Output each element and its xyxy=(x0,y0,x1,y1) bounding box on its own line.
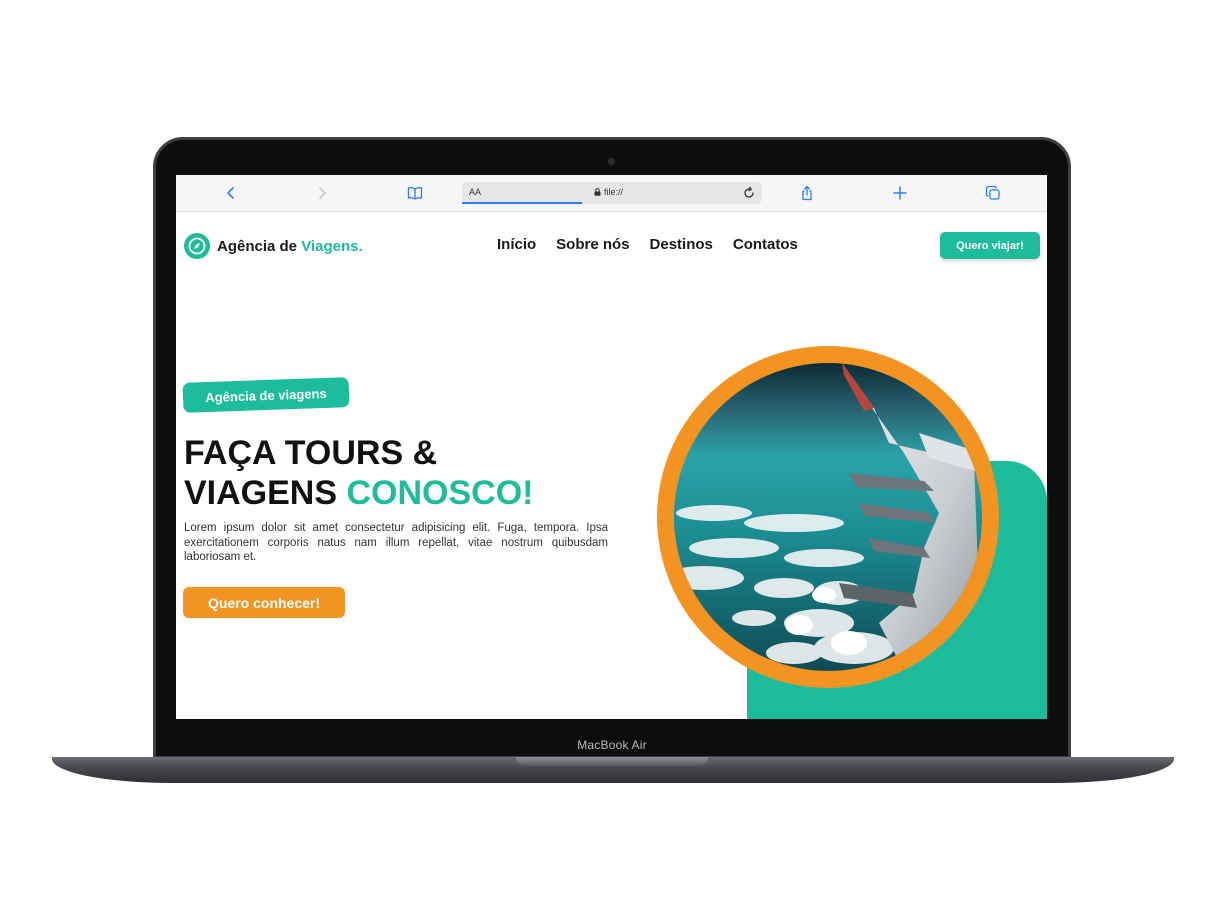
quero-viajar-button[interactable]: Quero viajar! xyxy=(940,232,1040,259)
nav-link-inicio[interactable]: Início xyxy=(497,236,536,253)
headline-accent: CONOSCO! xyxy=(346,474,534,512)
share-icon[interactable] xyxy=(797,183,817,203)
screen: AA file:// Agência de Viagens. Início So… xyxy=(176,175,1047,719)
url-text: file:// xyxy=(604,187,624,197)
logo-accent: Viagens. xyxy=(301,237,363,255)
site-logo[interactable]: Agência de Viagens. xyxy=(184,233,363,259)
bookmarks-icon[interactable] xyxy=(405,183,425,203)
laptop-notch xyxy=(516,757,708,766)
forward-icon[interactable] xyxy=(312,183,332,203)
main-nav: Início Sobre nós Destinos Contatos xyxy=(497,236,798,253)
compass-icon xyxy=(184,233,210,259)
nav-link-sobre-nos[interactable]: Sobre nós xyxy=(556,236,629,253)
hero-photo-frame xyxy=(657,346,999,688)
hero-headline: FAÇA TOURS & VIAGENS CONOSCO! xyxy=(184,434,534,512)
device-label: MacBook Air xyxy=(577,738,647,752)
hero-badge: Agência de viagens xyxy=(182,377,350,413)
browser-toolbar: AA file:// xyxy=(176,175,1047,212)
address-bar[interactable]: AA file:// xyxy=(462,182,762,204)
url-display: file:// xyxy=(594,187,623,197)
logo-text: Agência de Viagens. xyxy=(217,237,363,255)
load-progress xyxy=(462,202,582,204)
quero-conhecer-button[interactable]: Quero conhecer! xyxy=(183,587,345,618)
reload-icon[interactable] xyxy=(742,186,756,200)
reader-button[interactable]: AA xyxy=(469,187,481,197)
nav-link-destinos[interactable]: Destinos xyxy=(650,236,713,253)
camera xyxy=(608,158,615,165)
nav-link-contatos[interactable]: Contatos xyxy=(733,236,798,253)
new-tab-icon[interactable] xyxy=(890,183,910,203)
tabs-icon[interactable] xyxy=(983,183,1003,203)
airplane-wing-image xyxy=(674,363,982,671)
hero-description: Lorem ipsum dolor sit amet consectetur a… xyxy=(184,522,608,563)
lock-icon xyxy=(594,188,601,196)
back-icon[interactable] xyxy=(221,183,241,203)
